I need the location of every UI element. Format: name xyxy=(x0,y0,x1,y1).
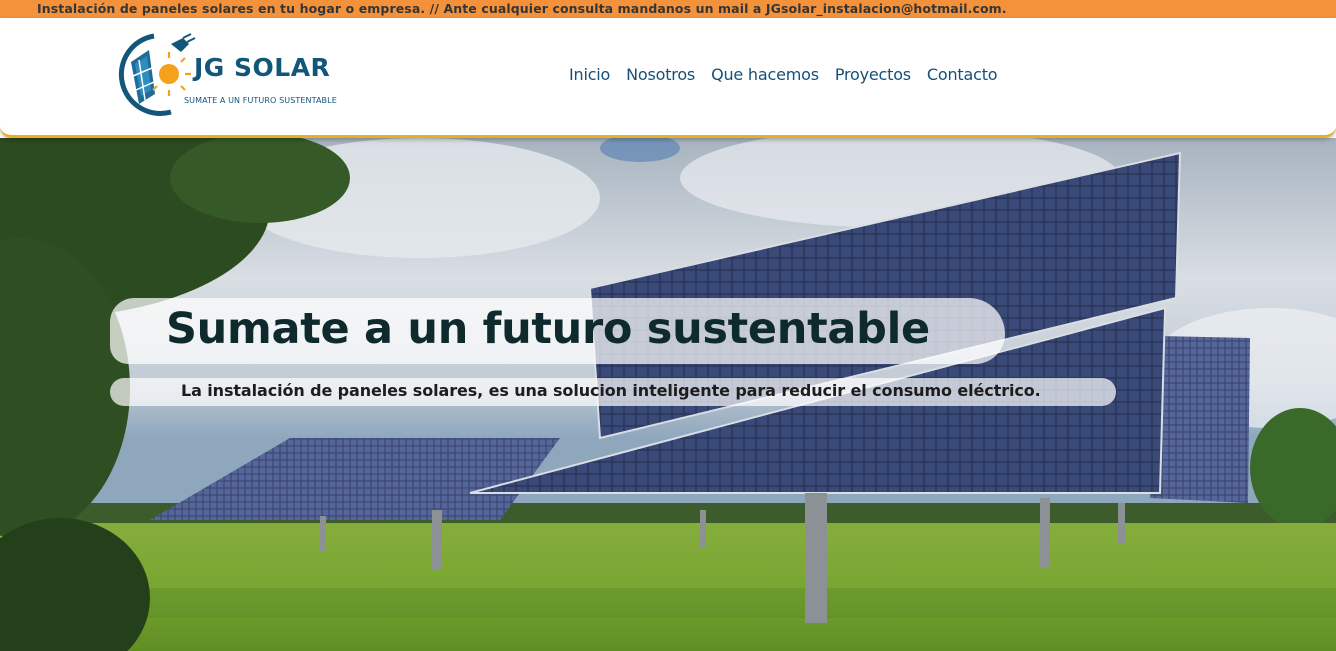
nav-item-contacto[interactable]: Contacto xyxy=(919,65,1005,84)
announcement-text: Instalación de paneles solares en tu hog… xyxy=(37,1,1007,16)
announcement-bar: Instalación de paneles solares en tu hog… xyxy=(0,0,1336,18)
hero-subtitle: La instalación de paneles solares, es un… xyxy=(181,381,1041,400)
main-nav: Inicio Nosotros Que hacemos Proyectos Co… xyxy=(561,65,1005,84)
logo-name: JG SOLAR xyxy=(194,53,331,82)
hero-section: Sumate a un futuro sustentable La instal… xyxy=(0,138,1336,651)
site-header: JG SOLAR SUMATE A UN FUTURO SUSTENTABLE … xyxy=(0,18,1336,138)
solar-panel-sun-plug-icon xyxy=(118,33,196,116)
nav-item-que-hacemos[interactable]: Que hacemos xyxy=(703,65,827,84)
nav-item-nosotros[interactable]: Nosotros xyxy=(618,65,703,84)
site-logo[interactable]: JG SOLAR SUMATE A UN FUTURO SUSTENTABLE xyxy=(111,32,351,118)
hero-title: Sumate a un futuro sustentable xyxy=(166,304,930,354)
logo-tagline: SUMATE A UN FUTURO SUSTENTABLE xyxy=(184,96,337,105)
nav-item-inicio[interactable]: Inicio xyxy=(561,65,618,84)
nav-item-proyectos[interactable]: Proyectos xyxy=(827,65,919,84)
